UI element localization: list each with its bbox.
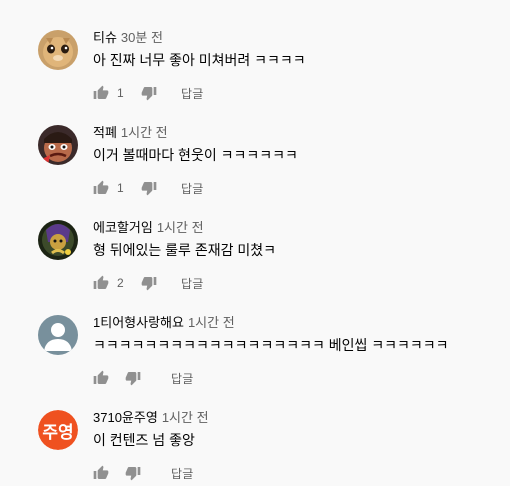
comment-text: 이 컨텐즈 넘 좋앙	[93, 432, 195, 448]
comment-actions: 답글	[93, 465, 193, 481]
avatar[interactable]	[38, 30, 78, 70]
comment-time[interactable]: 1시간 전	[162, 410, 209, 425]
avatar-initial: 주영	[38, 410, 78, 450]
comment-header: 3710윤주영 1시간 전	[93, 410, 209, 426]
author-name[interactable]: 1티어형사랑해요	[93, 315, 184, 330]
author-name[interactable]: 3710윤주영	[93, 410, 158, 425]
game-avatar-image	[38, 220, 78, 260]
author-name[interactable]: 에코할거임	[93, 220, 153, 235]
comment-time[interactable]: 1시간 전	[121, 125, 168, 140]
comment-time[interactable]: 30분 전	[121, 30, 163, 45]
comment-header: 적폐 1시간 전	[93, 125, 168, 141]
comment-header: 에코할거임 1시간 전	[93, 220, 204, 236]
comment-text: 이거 볼때마다 현웃이 ㅋㅋㅋㅋㅋㅋ	[93, 147, 298, 163]
like-icon[interactable]	[93, 465, 109, 481]
default-user-icon	[38, 315, 78, 355]
cartoon-avatar-image	[38, 125, 78, 165]
reply-button[interactable]: 답글	[171, 465, 193, 482]
comment-item: 적폐 1시간 전 이거 볼때마다 현웃이 ㅋㅋㅋㅋㅋㅋ 1 답글	[0, 95, 510, 196]
comment-item: 1티어형사랑해요 1시간 전 ㅋㅋㅋㅋㅋㅋㅋㅋㅋㅋㅋㅋㅋㅋㅋㅋㅋㅋ 베인씹 ㅋㅋㅋ…	[0, 285, 510, 386]
dislike-icon[interactable]	[125, 465, 141, 481]
author-name[interactable]: 적폐	[93, 125, 117, 140]
avatar[interactable]	[38, 220, 78, 260]
avatar[interactable]	[38, 315, 78, 355]
comment-header: 티슈 30분 전	[93, 30, 163, 46]
comment-item: 티슈 30분 전 아 진짜 너무 좋아 미쳐버려 ㅋㅋㅋㅋ 1 답글	[0, 0, 510, 101]
comment-text: 형 뒤에있는 룰루 존재감 미쳤ㅋ	[93, 242, 276, 258]
comment-text: 아 진짜 너무 좋아 미쳐버려 ㅋㅋㅋㅋ	[93, 52, 306, 68]
avatar[interactable]	[38, 125, 78, 165]
comment-text: ㅋㅋㅋㅋㅋㅋㅋㅋㅋㅋㅋㅋㅋㅋㅋㅋㅋㅋ 베인씹 ㅋㅋㅋㅋㅋㅋ	[93, 337, 449, 353]
comment-header: 1티어형사랑해요 1시간 전	[93, 315, 235, 331]
avatar[interactable]: 주영	[38, 410, 78, 450]
author-name[interactable]: 티슈	[93, 30, 117, 45]
comment-time[interactable]: 1시간 전	[188, 315, 235, 330]
comment-item: 주영 3710윤주영 1시간 전 이 컨텐즈 넘 좋앙 답글	[0, 380, 510, 481]
comment-item: 에코할거임 1시간 전 형 뒤에있는 룰루 존재감 미쳤ㅋ 2 답글	[0, 190, 510, 291]
comment-time[interactable]: 1시간 전	[157, 220, 204, 235]
cat-avatar-image	[38, 30, 78, 70]
